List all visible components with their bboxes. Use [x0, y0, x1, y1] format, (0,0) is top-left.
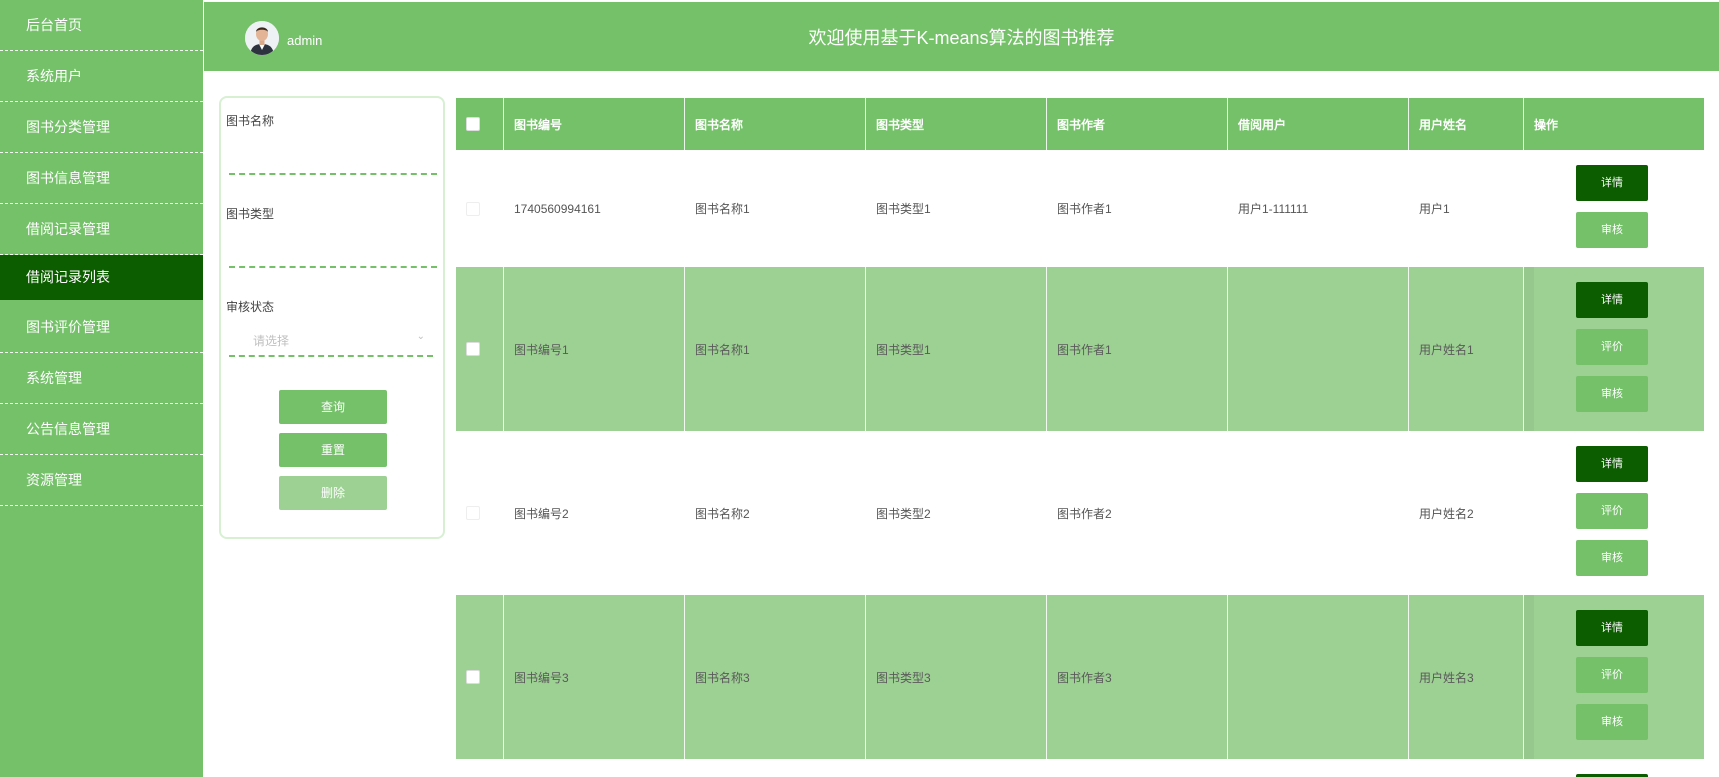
cell-book-id: 图书编号1 [504, 267, 685, 431]
sidebar-item-book-info-management[interactable]: 图书信息管理 [0, 153, 203, 204]
chevron-down-icon: ⌄ [416, 331, 425, 342]
table-header: 图书编号 图书名称 图书类型 图书作者 借阅用户 用户姓名 操作 [456, 98, 1704, 150]
sidebar-item-announcement-management[interactable]: 公告信息管理 [0, 404, 203, 455]
cell-book-name: 图书名称1 [695, 202, 750, 216]
column-header-user-name[interactable]: 用户姓名 [1409, 98, 1524, 150]
row-select-cell [456, 150, 504, 267]
cell-book-author: 图书作者1 [1047, 267, 1228, 431]
select-all-checkbox[interactable] [466, 117, 480, 131]
cell-user-name: 用户姓名2 [1419, 506, 1474, 521]
sidebar-item-borrow-record-management[interactable]: 借阅记录管理 [0, 204, 203, 255]
review-button[interactable]: 评价 [1576, 329, 1648, 365]
sidebar-item-label: 借阅记录列表 [26, 269, 110, 285]
cell-book-author: 图书作者2 [1057, 506, 1112, 521]
sidebar-item-resource-management[interactable]: 资源管理 [0, 455, 203, 506]
audit-button[interactable]: 审核 [1576, 212, 1648, 248]
sidebar: 后台首页 系统用户 图书分类管理 图书信息管理 借阅记录管理 借阅记录列表 图书… [0, 0, 203, 777]
row-select-cell [456, 431, 504, 595]
cell-book-author: 图书作者1 [1057, 202, 1112, 216]
row-checkbox[interactable] [466, 201, 480, 216]
column-header-book-name[interactable]: 图书名称 [685, 98, 866, 150]
column-header-book-id[interactable]: 图书编号 [504, 98, 685, 150]
audit-status-placeholder: 请选择 [253, 334, 290, 348]
table-row: 图书编号2 图书名称2 图书类型2 图书作者2 用户姓名2 详情 评价 审核 [456, 431, 1704, 595]
table-row: 1740560994161 图书名称1 图书类型1 图书作者1 用户1-1111… [456, 150, 1704, 267]
column-header-borrower[interactable]: 借阅用户 [1228, 98, 1409, 150]
cell-book-id: 图书编号2 [514, 506, 569, 521]
cell-actions: 详情 审核 [1524, 150, 1704, 267]
sidebar-item-label: 图书分类管理 [26, 119, 110, 135]
sidebar-item-label: 图书评价管理 [26, 319, 110, 335]
column-header-book-type[interactable]: 图书类型 [866, 98, 1047, 150]
row-checkbox[interactable] [466, 670, 480, 684]
cell-book-name: 图书名称2 [695, 506, 750, 521]
sidebar-item-label: 公告信息管理 [26, 421, 110, 437]
borrow-record-table: 图书编号 图书名称 图书类型 图书作者 借阅用户 用户姓名 操作 1740560… [456, 98, 1704, 777]
sidebar-item-borrow-record-list[interactable]: 借阅记录列表 [0, 255, 203, 300]
cell-borrower [1228, 267, 1409, 431]
cell-book-id: 1740560994161 [514, 201, 601, 216]
sidebar-item-home[interactable]: 后台首页 [0, 0, 203, 51]
cell-borrower [1228, 431, 1409, 595]
book-type-input[interactable] [229, 236, 437, 268]
book-type-label: 图书类型 [226, 207, 275, 221]
audit-button[interactable]: 审核 [1576, 376, 1648, 412]
row-select-cell [456, 267, 504, 431]
sidebar-item-label: 系统用户 [26, 68, 82, 84]
sidebar-item-system-users[interactable]: 系统用户 [0, 51, 203, 102]
top-header: admin 欢迎使用基于K-means算法的图书推荐 [204, 2, 1719, 71]
search-panel: 图书名称 图书类型 审核状态 请选择 ⌄ 查询 重置 删除 [219, 96, 445, 539]
cell-borrower: 用户1-111111 [1238, 202, 1309, 216]
book-name-label: 图书名称 [226, 114, 275, 128]
cell-user-name: 用户姓名1 [1409, 267, 1524, 431]
detail-button[interactable]: 详情 [1576, 446, 1648, 482]
page-title: 欢迎使用基于K-means算法的图书推荐 [808, 28, 1115, 48]
cell-borrower [1228, 595, 1409, 759]
reset-button[interactable]: 重置 [279, 433, 387, 467]
audit-status-select[interactable]: 请选择 ⌄ [229, 325, 433, 357]
row-checkbox[interactable] [466, 506, 480, 520]
audit-status-label: 审核状态 [226, 300, 275, 314]
detail-button[interactable]: 详情 [1576, 610, 1648, 646]
cell-actions: 详情 评价 审核 [1524, 267, 1704, 431]
sidebar-item-label: 系统管理 [26, 370, 82, 386]
sidebar-item-label: 资源管理 [26, 472, 82, 488]
sidebar-item-label: 借阅记录管理 [26, 221, 110, 237]
cell-book-type: 图书类型1 [866, 267, 1047, 431]
sidebar-item-label: 图书信息管理 [26, 170, 110, 186]
audit-button[interactable]: 审核 [1576, 704, 1648, 740]
column-header-book-author[interactable]: 图书作者 [1047, 98, 1228, 150]
detail-button[interactable]: 详情 [1576, 282, 1648, 318]
review-button[interactable]: 评价 [1576, 493, 1648, 529]
cell-book-id: 图书编号3 [504, 595, 685, 759]
audit-button[interactable]: 审核 [1576, 540, 1648, 576]
query-button[interactable]: 查询 [279, 390, 387, 424]
sidebar-item-label: 后台首页 [26, 17, 82, 33]
detail-button[interactable]: 详情 [1576, 165, 1648, 201]
table-row: 图书编号3 图书名称3 图书类型3 图书作者3 用户姓名3 详情 评价 审核 [456, 595, 1704, 759]
row-checkbox[interactable] [466, 342, 480, 356]
cell-book-name: 图书名称3 [685, 595, 866, 759]
delete-button[interactable]: 删除 [279, 476, 387, 510]
cell-book-author: 图书作者3 [1047, 595, 1228, 759]
sidebar-item-category-management[interactable]: 图书分类管理 [0, 102, 203, 153]
sidebar-item-book-review-management[interactable]: 图书评价管理 [0, 302, 203, 353]
column-header-actions: 操作 [1534, 117, 1559, 132]
row-select-cell [456, 595, 504, 759]
cell-book-type: 图书类型1 [876, 202, 931, 216]
book-name-input[interactable] [229, 143, 437, 175]
review-button[interactable]: 评价 [1576, 657, 1648, 693]
table-row: 图书编号1 图书名称1 图书类型1 图书作者1 用户姓名1 详情 评价 审核 [456, 267, 1704, 431]
sidebar-item-system-management[interactable]: 系统管理 [0, 353, 203, 404]
cell-actions: 详情 评价 审核 [1524, 595, 1704, 759]
cell-book-type: 图书类型2 [876, 506, 931, 521]
cell-book-type: 图书类型3 [866, 595, 1047, 759]
cell-actions: 详情 评价 审核 [1524, 431, 1704, 595]
cell-user-name: 用户1 [1419, 202, 1450, 216]
select-all-cell [456, 98, 504, 150]
cell-book-name: 图书名称1 [685, 267, 866, 431]
cell-user-name: 用户姓名3 [1409, 595, 1524, 759]
